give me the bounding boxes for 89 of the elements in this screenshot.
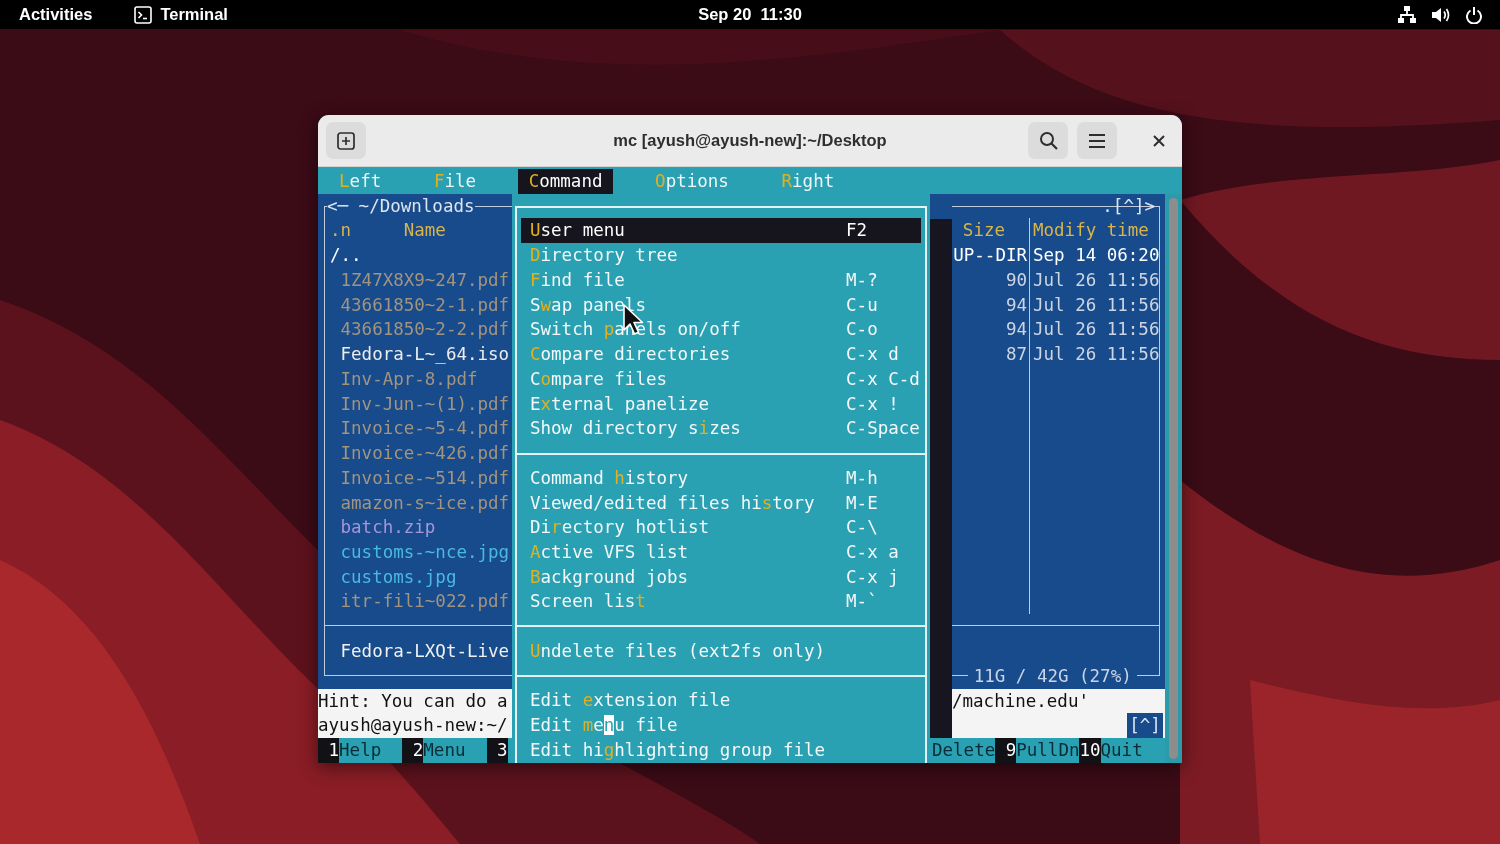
shortcut-label: C-o xyxy=(846,318,878,342)
file-name[interactable]: 43661850~2-2.pdf xyxy=(340,319,510,340)
menu-item[interactable]: Directory tree xyxy=(521,243,921,268)
function-key[interactable]: 3 xyxy=(486,738,508,763)
menu-item[interactable]: Edit extension file xyxy=(521,688,921,714)
activities-button[interactable]: Activities xyxy=(19,2,93,27)
file-name[interactable]: Invoice-~5-4.pdf xyxy=(340,418,510,439)
file-size: 94 xyxy=(1005,293,1027,317)
file-size: UP--DIR xyxy=(953,244,1027,268)
menu-button[interactable] xyxy=(1077,122,1117,159)
menu-item[interactable]: Swap panels C-u xyxy=(521,292,921,318)
shortcut-label: M-E xyxy=(846,491,878,515)
search-icon xyxy=(1038,131,1058,150)
menu-item[interactable]: Active VFS list C-x a xyxy=(521,540,921,565)
status-line: Fedora-LXQt-Live xyxy=(340,640,510,661)
window-title: mc [ayush@ayush-new]:~/Desktop xyxy=(613,130,887,152)
file-name[interactable]: batch.zip xyxy=(340,517,436,538)
column-header: Size xyxy=(962,219,1005,243)
column-header: .n xyxy=(330,219,353,243)
menu-item[interactable]: Background jobs C-x j xyxy=(521,564,921,590)
power-icon xyxy=(1465,5,1483,24)
volume-icon xyxy=(1431,5,1451,24)
hint-text: Hint: You can do a xyxy=(318,690,508,711)
menu-bar-item[interactable]: Command xyxy=(518,169,613,194)
scrollbar-thumb[interactable] xyxy=(1169,197,1178,759)
shortcut-label: F2 xyxy=(846,219,868,243)
command-prompt: ayush@ayush-new:~/ xyxy=(318,715,508,736)
file-name[interactable]: customs.jpg xyxy=(340,566,457,587)
file-name[interactable]: Inv-Jun-~(1).pdf xyxy=(340,393,510,414)
file-size: 90 xyxy=(1005,268,1027,292)
menu-icon xyxy=(1088,132,1106,149)
shortcut-label: M-h xyxy=(846,466,878,490)
shortcut-label: C-u xyxy=(846,293,878,317)
shortcut-label: C-x a xyxy=(846,541,899,564)
menu-item[interactable]: Compare files C-x C-d xyxy=(521,366,921,392)
file-name[interactable]: /.. xyxy=(330,245,362,266)
file-name[interactable]: customs-~nce.jpg xyxy=(340,542,510,562)
shortcut-label: C-Space xyxy=(846,417,920,441)
menu-bar-item[interactable]: Right xyxy=(771,169,845,194)
file-name[interactable]: itr-fili~022.pdf xyxy=(340,591,510,612)
menu-item[interactable]: Find file M-? xyxy=(521,267,921,293)
clock[interactable]: Sep 20 11:30 xyxy=(698,2,802,27)
file-name[interactable]: Invoice-~426.pdf xyxy=(340,443,510,464)
search-button[interactable] xyxy=(1028,122,1068,159)
file-size: 94 xyxy=(1005,318,1027,342)
menu-item[interactable]: Viewed/edited files history M-E xyxy=(521,490,921,516)
column-header: Modify time xyxy=(1033,220,1149,241)
shortcut-label: C-x j xyxy=(846,565,899,589)
shortcut-label: C-x ! xyxy=(846,392,899,416)
file-name[interactable]: Inv-Apr-8.pdf xyxy=(340,368,478,389)
file-name[interactable]: 1Z47X8X9~247.pdf xyxy=(340,269,510,290)
network-icon xyxy=(1397,5,1417,24)
history-button[interactable]: [^] xyxy=(1127,713,1163,738)
menu-item[interactable]: Edit menu file xyxy=(521,713,921,738)
terminal-icon xyxy=(134,5,153,24)
modify-time: Jul 26 11:56 xyxy=(1033,269,1160,290)
menu-item[interactable]: User menu F2 xyxy=(521,218,921,244)
file-name[interactable]: 43661850~2-1.pdf xyxy=(340,294,510,315)
modify-time: Jul 26 11:56 xyxy=(1033,319,1160,340)
menu-item[interactable]: Compare directories C-x d xyxy=(521,342,921,367)
column-header: Name xyxy=(403,219,446,243)
menu-bar-item[interactable]: Left xyxy=(328,169,392,194)
new-tab-icon xyxy=(337,131,355,150)
modify-time: Jul 26 11:56 xyxy=(1033,294,1160,315)
shortcut-label: M-` xyxy=(846,590,878,614)
menu-item[interactable]: Undelete files (ext2fs only) xyxy=(521,638,921,664)
menu-item[interactable]: Show directory sizes C-Space xyxy=(521,416,921,442)
menu-item[interactable]: Screen list M-` xyxy=(521,589,921,615)
menu-bar-item[interactable]: File xyxy=(423,169,487,194)
modify-time: Jul 26 11:56 xyxy=(1033,344,1160,365)
file-name[interactable]: amazon-s~ice.pdf xyxy=(340,492,510,513)
menu-item[interactable]: Di rectory hotlist C-\ xyxy=(521,515,921,540)
app-name[interactable]: Terminal xyxy=(160,2,228,27)
close-icon xyxy=(1153,134,1165,147)
file-name[interactable]: Fedora-L~_64.iso xyxy=(340,344,510,365)
shortcut-label: C-x C-d xyxy=(846,367,920,391)
panel-path: <─ ~/Downloads xyxy=(327,195,475,216)
menu-item[interactable]: Command history M-h xyxy=(521,465,921,491)
menu-item[interactable]: External panelize C-x ! xyxy=(521,391,921,417)
shortcut-label: M-? xyxy=(846,268,878,292)
file-size: 87 xyxy=(1005,343,1027,367)
shortcut-label: C-\ xyxy=(846,516,878,540)
new-tab-button[interactable] xyxy=(326,122,366,159)
shortcut-label: C-x d xyxy=(846,343,899,367)
modify-time: Sep 14 06:20 xyxy=(1033,245,1160,266)
file-name[interactable]: Invoice-~514.pdf xyxy=(340,467,510,488)
menu-item[interactable]: Edit highlighting group file xyxy=(521,737,921,763)
hint-text: /machine.edu' xyxy=(952,690,1089,711)
menu-bar-item[interactable]: Options xyxy=(644,169,740,194)
